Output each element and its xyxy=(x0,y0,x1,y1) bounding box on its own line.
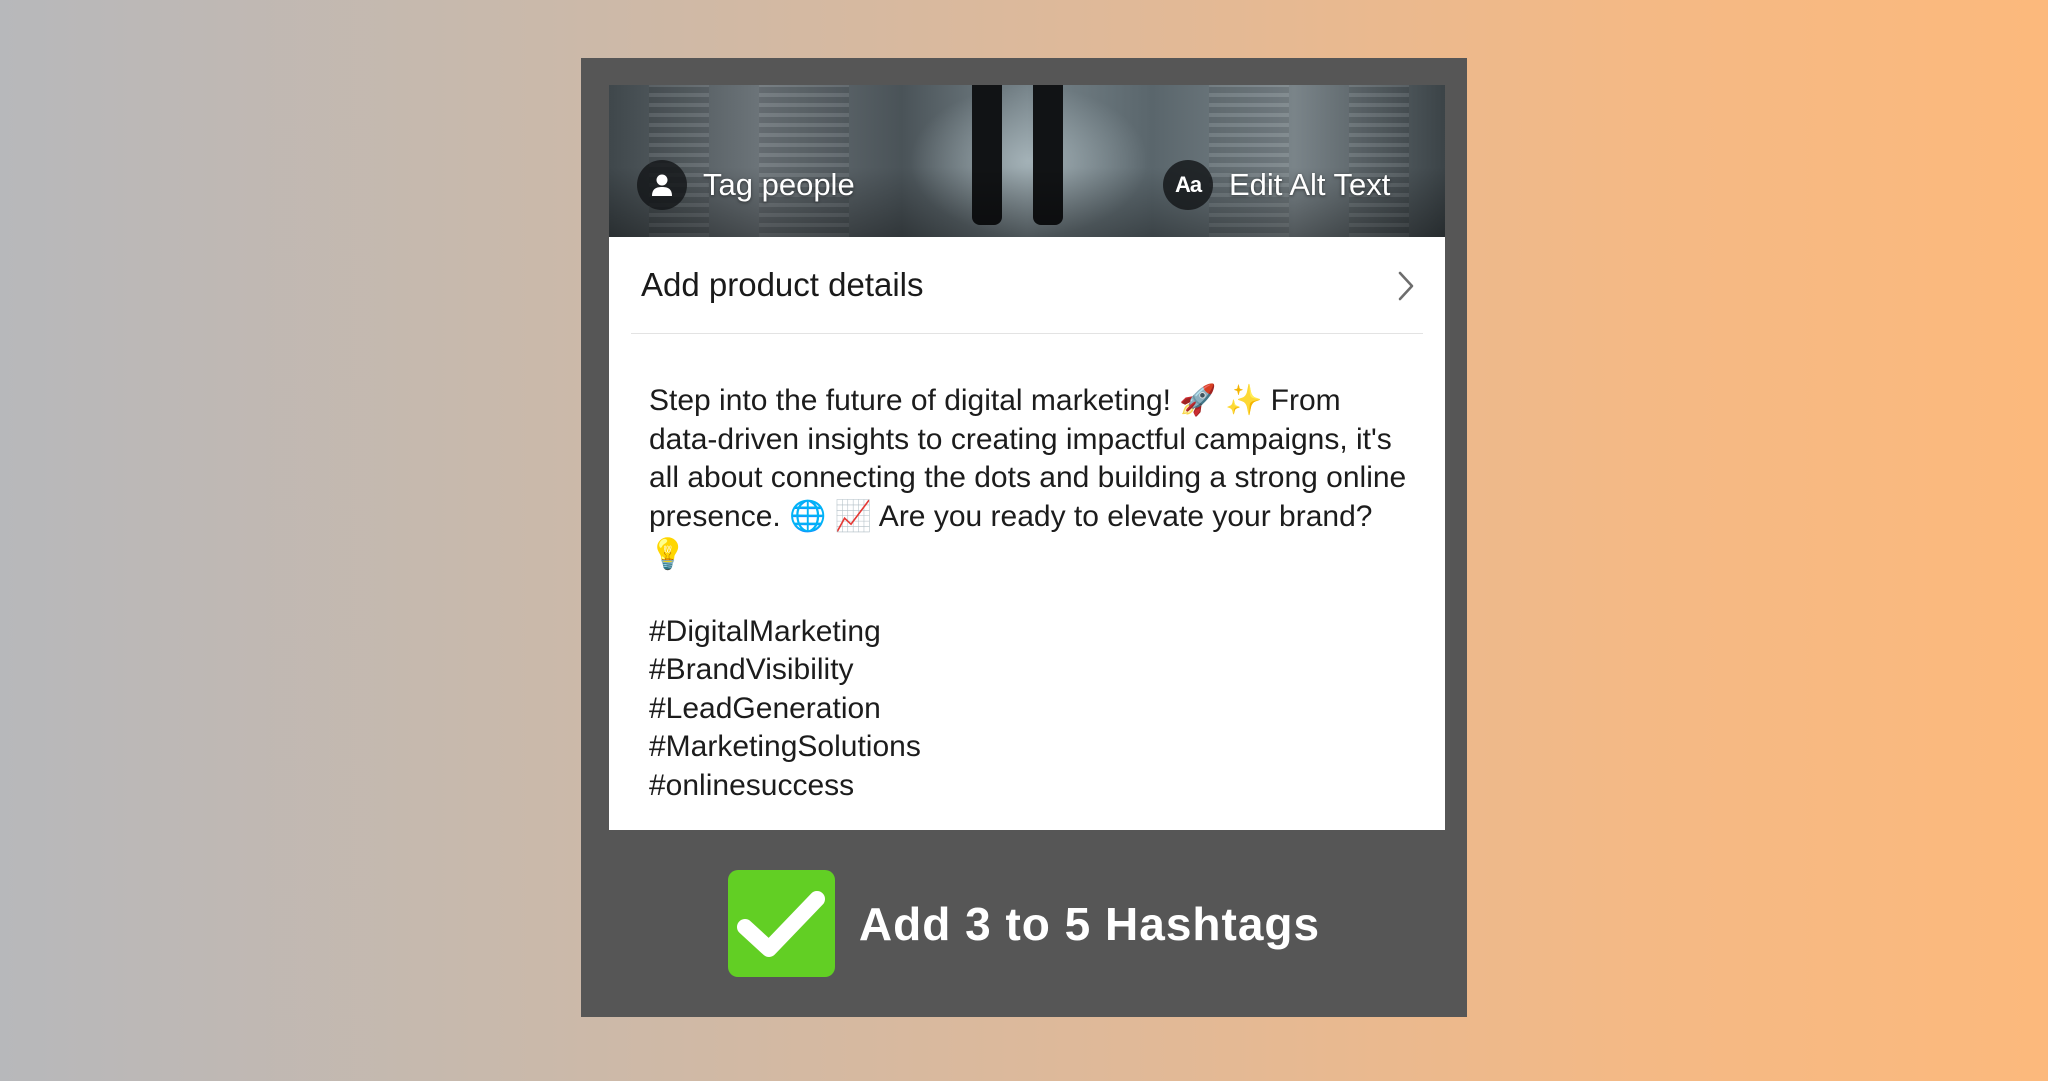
tip-card: Tag people Aa Edit Alt Text Add product … xyxy=(581,58,1467,1017)
edit-alt-text-button[interactable]: Aa Edit Alt Text xyxy=(1163,160,1390,210)
checkmark-icon xyxy=(727,870,835,977)
tip-text: Add 3 to 5 Hashtags xyxy=(858,897,1321,950)
hashtag: #LeadGeneration xyxy=(649,691,881,725)
edit-alt-text-label: Edit Alt Text xyxy=(1229,167,1391,202)
hashtag: #onlinesuccess xyxy=(649,768,855,802)
alt-text-icon-glyph: Aa xyxy=(1174,172,1202,197)
hashtag: #MarketingSolutions xyxy=(649,730,921,763)
hashtag: #BrandVisibility xyxy=(649,653,854,686)
caption-text-area[interactable]: Step into the future of digital marketin… xyxy=(649,382,1409,805)
hashtag: #DigitalMarketing xyxy=(649,614,881,648)
alt-text-icon: Aa xyxy=(1163,160,1213,210)
caption-body: Step into the future of digital marketin… xyxy=(649,384,1407,571)
hashtag-list: #DigitalMarketing #BrandVisibility #Lead… xyxy=(649,613,1409,806)
divider xyxy=(631,333,1423,334)
add-product-details-label: Add product details xyxy=(641,266,924,303)
tag-people-button[interactable]: Tag people xyxy=(637,160,855,210)
person-icon xyxy=(637,160,687,210)
post-editor-screen: Tag people Aa Edit Alt Text Add product … xyxy=(609,85,1445,830)
tip-footer: Add 3 to 5 Hashtags xyxy=(581,830,1467,1017)
add-product-details-row[interactable]: Add product details xyxy=(609,237,1445,333)
post-photo-preview: Tag people Aa Edit Alt Text xyxy=(609,85,1445,237)
tag-people-label: Tag people xyxy=(703,167,855,202)
chevron-right-icon xyxy=(1397,271,1415,306)
